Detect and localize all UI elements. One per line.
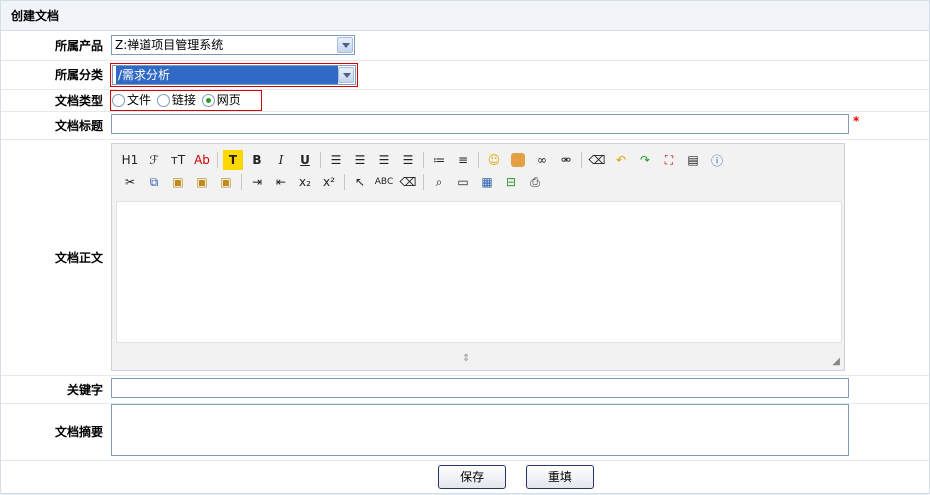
panel-title: 创建文档 [1,1,929,31]
select-all-icon[interactable]: ↖ [350,172,370,192]
keywords-input[interactable] [111,377,849,398]
content-label: 文档正文 [1,139,107,376]
title-label: 文档标题 [1,111,107,140]
module-label: 所属分类 [1,60,107,90]
radio-link[interactable]: 链接 [156,91,196,110]
digest-label: 文档摘要 [1,403,107,461]
unlink-icon[interactable]: ⚮ [556,150,576,170]
editor-content-area[interactable] [116,201,842,343]
undo-icon[interactable]: ↶ [611,150,631,170]
bold-icon[interactable]: B [247,150,267,170]
heading-icon[interactable]: H1 [120,150,140,170]
toolbar-separator [320,152,321,168]
spellcheck-icon[interactable]: ABC [374,172,394,192]
type-label: 文档类型 [1,89,107,112]
radio-file-circle[interactable] [112,93,125,107]
module-select[interactable]: /需求分析 [112,64,356,85]
highlight-icon[interactable]: T [223,150,243,170]
align-left-icon[interactable]: ☰ [326,150,346,170]
toolbar-separator [478,152,479,168]
eraser-icon[interactable]: ⌫ [398,172,418,192]
ordered-list-icon[interactable]: ≔ [429,150,449,170]
product-select-value: Z:禅道项目管理系统 [115,38,224,53]
resize-corner-icon[interactable]: ◢ [832,356,840,367]
image-icon[interactable] [508,150,528,170]
toolbar-separator [423,174,424,190]
create-doc-panel: 创建文档 所属产品 Z:禅道项目管理系统 所属分类 /需求分析 文档类型 文件 … [0,0,930,495]
radio-file[interactable]: 文件 [112,91,151,110]
toolbar-separator [581,152,582,168]
italic-icon[interactable]: I [271,150,291,170]
editor-toolbar: H1 ℱ ᴛT Ab T B I U ☰ ☰ ☰ ☰ ≔ ≡ ☺ ∞ ⚮ ⌫ ↶… [112,144,844,193]
toolbar-separator [423,152,424,168]
redo-icon[interactable]: ↷ [635,150,655,170]
radio-webpage-circle[interactable] [201,93,215,107]
radio-webpage-label: 网页 [216,92,241,107]
chevron-down-icon[interactable] [338,66,354,83]
toolbar-separator [241,174,242,190]
text-color-icon[interactable]: Ab [192,150,212,170]
subscript-icon[interactable]: x₂ [295,172,315,192]
radio-link-circle[interactable] [156,93,170,107]
keywords-label: 关键字 [1,375,107,404]
toolbar-separator [217,152,218,168]
font-family-icon[interactable]: ℱ [144,150,164,170]
toolbar-row-1: H1 ℱ ᴛT Ab T B I U ☰ ☰ ☰ ☰ ≔ ≡ ☺ ∞ ⚮ ⌫ ↶… [120,149,844,171]
paste-text-icon[interactable]: ▣ [192,172,212,192]
required-mark: * [853,113,860,128]
fullscreen-icon[interactable]: ⛶ [659,150,679,170]
rich-text-editor: H1 ℱ ᴛT Ab T B I U ☰ ☰ ☰ ☰ ≔ ≡ ☺ ∞ ⚮ ⌫ ↶… [111,143,845,371]
emoticon-icon[interactable]: ☺ [484,150,504,170]
toolbar-row-2: ✂ ⧉ ▣ ▣ ▣ ⇥ ⇤ x₂ x² ↖ ABC ⌫ ⌕ ▭ ▦ ⊟ ⎙ [120,171,844,193]
underline-icon[interactable]: U [295,150,315,170]
clear-format-icon[interactable]: ⌫ [587,150,607,170]
title-input[interactable] [111,113,849,134]
product-select[interactable]: Z:禅道项目管理系统 [111,35,355,56]
resize-handle-icon[interactable]: ⇕ [462,353,470,364]
paste-word-icon[interactable]: ▤ [683,150,703,170]
radio-webpage[interactable]: 网页 [201,91,241,110]
help-icon[interactable]: ⓘ [707,150,727,170]
flash-icon[interactable]: ▭ [453,172,473,192]
radio-link-label: 链接 [171,92,196,107]
align-center-icon[interactable]: ☰ [350,150,370,170]
digest-textarea[interactable] [111,404,849,456]
print-icon[interactable]: ⎙ [525,172,545,192]
doc-form: 所属产品 Z:禅道项目管理系统 所属分类 /需求分析 文档类型 文件 链接 网页… [1,31,929,495]
font-size-icon[interactable]: ᴛT [168,150,188,170]
module-select-value: /需求分析 [116,65,338,84]
paste-icon[interactable]: ▣ [168,172,188,192]
cut-icon[interactable]: ✂ [120,172,140,192]
horizontal-rule-icon[interactable]: ⊟ [501,172,521,192]
unordered-list-icon[interactable]: ≡ [453,150,473,170]
module-select-highlight: /需求分析 [110,62,358,87]
align-right-icon[interactable]: ☰ [374,150,394,170]
superscript-icon[interactable]: x² [319,172,339,192]
link-icon[interactable]: ∞ [532,150,552,170]
reset-button[interactable]: 重填 [525,465,594,489]
table-icon[interactable]: ▦ [477,172,497,192]
doc-type-radio-group: 文件 链接 网页 [110,89,262,111]
paste-word2-icon[interactable]: ▣ [216,172,236,192]
indent-icon[interactable]: ⇥ [247,172,267,192]
toolbar-separator [344,174,345,190]
product-label: 所属产品 [1,31,107,61]
chevron-down-icon[interactable] [337,37,353,54]
save-button[interactable]: 保存 [438,465,507,489]
justify-icon[interactable]: ☰ [398,150,418,170]
copy-icon[interactable]: ⧉ [144,172,164,192]
radio-file-label: 文件 [127,92,152,107]
preview-icon[interactable]: ⌕ [429,172,449,192]
outdent-icon[interactable]: ⇤ [271,172,291,192]
